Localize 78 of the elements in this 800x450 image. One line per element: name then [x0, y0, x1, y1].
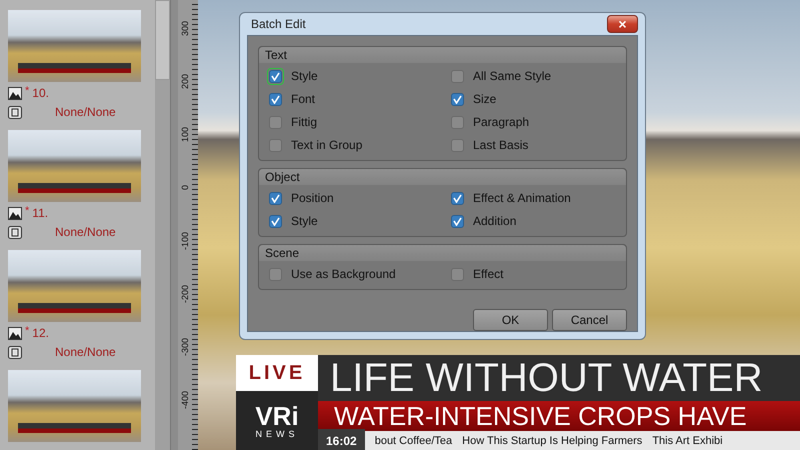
- checkmark-icon: [271, 216, 280, 226]
- checkbox[interactable]: [269, 138, 282, 152]
- option-label: Text in Group: [291, 138, 362, 152]
- option-label: Fittig: [291, 115, 318, 129]
- transition-icon: [8, 106, 22, 118]
- option-label: Paragraph: [473, 115, 530, 129]
- option-label: Style: [291, 214, 318, 228]
- modified-marker: *: [25, 85, 30, 97]
- group-title: Object: [259, 169, 626, 185]
- checkmark-icon: [453, 216, 462, 226]
- logo-text: VRi: [255, 402, 299, 428]
- slide-thumbnail[interactable]: [8, 370, 141, 442]
- checkbox[interactable]: [451, 116, 464, 128]
- option-label: Font: [291, 92, 316, 106]
- ticker-text: bout Coffee/Tea: [374, 434, 452, 446]
- close-button[interactable]: ×: [607, 15, 638, 33]
- scrollbar[interactable]: [155, 0, 170, 450]
- headline: LIFE WITHOUT WATER: [318, 355, 800, 401]
- ticker-text: How This Startup Is Helping Farmers: [462, 434, 642, 446]
- ruler-label: -100: [179, 230, 191, 252]
- logo-subtext: NEWS: [256, 428, 298, 438]
- checkmark-icon: [271, 94, 280, 104]
- slide-thumbnail[interactable]: [8, 10, 141, 82]
- ruler-label: -300: [179, 336, 191, 358]
- option-label: Position: [291, 191, 334, 205]
- checkbox[interactable]: [451, 268, 464, 280]
- ruler-label: 0: [179, 184, 191, 192]
- image-icon: [8, 86, 22, 100]
- option-label: All Same Style: [473, 69, 552, 83]
- transition-label: None/None: [55, 105, 116, 119]
- ruler-label: 100: [179, 126, 191, 144]
- option-label: Style: [291, 69, 318, 83]
- ruler-label: 300: [179, 20, 191, 38]
- ruler-label: 200: [179, 72, 191, 92]
- dialog-title: Batch Edit: [250, 17, 306, 31]
- checkbox[interactable]: [451, 92, 464, 106]
- option-label: Effect: [473, 267, 504, 281]
- slide-thumbnail[interactable]: [8, 250, 141, 322]
- transition-icon: [8, 226, 22, 238]
- checkbox[interactable]: [269, 92, 282, 106]
- checkbox[interactable]: [451, 192, 464, 204]
- checkbox[interactable]: [269, 116, 282, 128]
- checkmark-icon: [271, 72, 280, 80]
- slide-number: 12.: [32, 326, 49, 340]
- dialog-button[interactable]: OK: [473, 309, 548, 331]
- slide-number: 10.: [32, 86, 49, 100]
- slide-thumbnail[interactable]: [8, 130, 141, 202]
- ruler-label: -400: [179, 390, 191, 411]
- slide-number: 11.: [32, 206, 48, 220]
- checkmark-icon: [453, 194, 462, 202]
- group-title: Text: [259, 47, 626, 63]
- dialog-button[interactable]: Cancel: [552, 309, 627, 331]
- modified-marker: *: [25, 325, 30, 337]
- checkbox[interactable]: [451, 214, 464, 228]
- checkmark-icon: [271, 194, 280, 202]
- image-icon: [8, 326, 22, 340]
- image-icon: [8, 206, 22, 220]
- checkbox[interactable]: [451, 70, 464, 82]
- option-label: Effect & Animation: [473, 191, 571, 205]
- checkbox[interactable]: [269, 268, 282, 280]
- transition-icon: [8, 346, 22, 358]
- group-title: Scene: [259, 245, 626, 261]
- ruler-label: -200: [179, 284, 191, 305]
- checkbox[interactable]: [269, 214, 282, 228]
- checkbox[interactable]: [269, 192, 282, 204]
- subheadline: WATER-INTENSIVE CROPS HAVE: [318, 401, 800, 431]
- ticker-time: 16:02: [318, 429, 365, 450]
- transition-label: None/None: [55, 345, 116, 359]
- option-label: Size: [473, 92, 496, 106]
- ticker-text: This Art Exhibi: [652, 434, 723, 446]
- checkbox[interactable]: [451, 138, 464, 152]
- modified-marker: *: [25, 205, 30, 217]
- option-label: Addition: [473, 214, 516, 228]
- checkmark-icon: [453, 94, 462, 104]
- live-label: LIVE: [236, 355, 318, 391]
- transition-label: None/None: [55, 225, 116, 239]
- option-label: Last Basis: [473, 138, 528, 152]
- option-label: Use as Background: [291, 267, 396, 281]
